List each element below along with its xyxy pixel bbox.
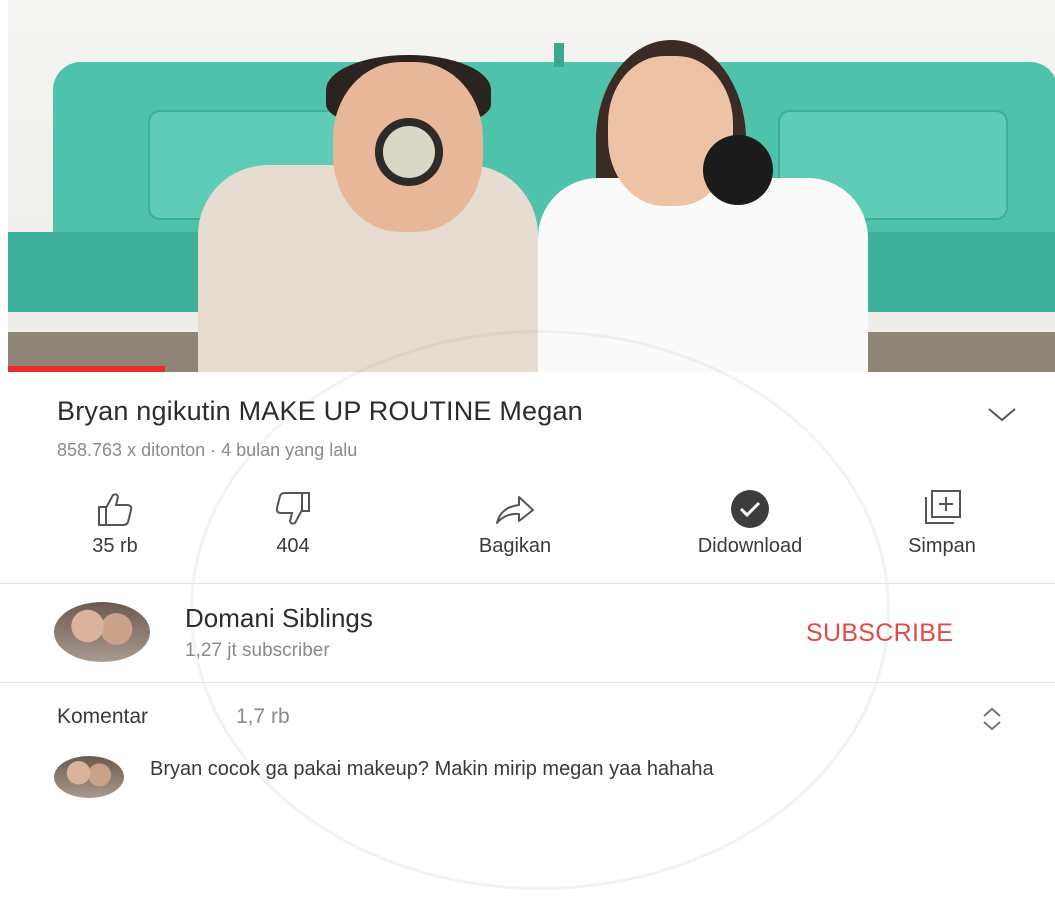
video-meta: 858.763 x ditonton · 4 bulan yang lalu (57, 440, 358, 460)
dislike-button[interactable]: 404 (218, 487, 368, 558)
video-progress-bar[interactable] (8, 366, 166, 372)
add-to-playlist-icon (925, 490, 961, 524)
divider (0, 583, 1055, 584)
channel-avatar[interactable] (54, 602, 150, 662)
video-title: Bryan ngikutin MAKE UP ROUTINE Megan (57, 396, 583, 426)
comments-label[interactable]: Komentar (57, 705, 148, 729)
save-button[interactable]: Simpan (867, 487, 1017, 558)
thumbs-up-icon (98, 493, 133, 526)
action-bar: 35 rb 404 Bagikan Didownload Simpan (40, 487, 1040, 567)
download-label: Didownload (697, 535, 803, 557)
expand-collapse-icon[interactable] (979, 704, 1005, 734)
divider (0, 682, 1055, 683)
subscribe-button[interactable]: SUBSCRIBE (806, 619, 953, 648)
share-label: Bagikan (478, 535, 552, 557)
share-button[interactable]: Bagikan (440, 487, 590, 558)
video-player[interactable] (8, 0, 1055, 372)
chevron-down-icon[interactable] (986, 402, 1018, 426)
comments-count: 1,7 rb (236, 705, 290, 728)
share-icon (496, 496, 534, 524)
commenter-avatar (54, 756, 124, 798)
save-label: Simpan (908, 535, 976, 557)
thumbs-down-icon (275, 492, 310, 525)
dislike-count: 404 (276, 535, 310, 557)
channel-name[interactable]: Domani Siblings (185, 603, 373, 634)
like-button[interactable]: 35 rb (40, 487, 190, 558)
like-count: 35 rb (92, 535, 138, 557)
downloaded-check-icon (731, 490, 769, 528)
top-comment[interactable]: Bryan cocok ga pakai makeup? Makin mirip… (150, 755, 950, 783)
subscriber-count: 1,27 jt subscriber (185, 640, 330, 661)
download-button[interactable]: Didownload (650, 487, 850, 558)
